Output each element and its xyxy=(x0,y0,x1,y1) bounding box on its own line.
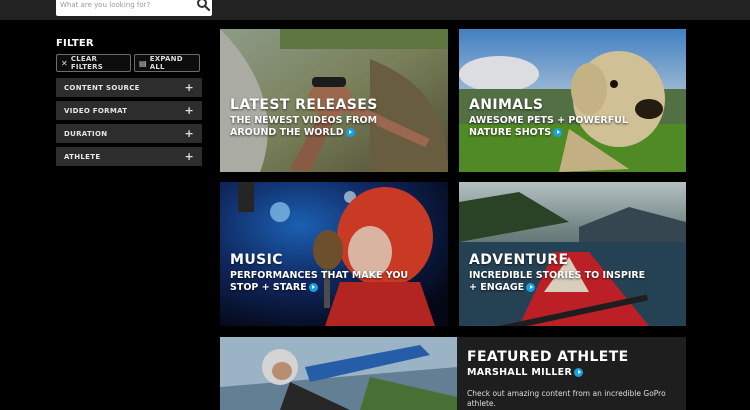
tile-caption: ADVENTURE INCREDIBLE STORIES TO INSPIRE … xyxy=(469,252,645,294)
filter-content-source[interactable]: CONTENT SOURCE + xyxy=(56,78,202,97)
tile-title: ADVENTURE xyxy=(469,252,569,268)
tile-animals[interactable]: ANIMALS AWESOME PETS + POWERFUL NATURE S… xyxy=(459,29,686,172)
search-box[interactable] xyxy=(56,0,212,16)
filter-item-label: ATHLETE xyxy=(64,152,101,161)
expand-all-label: EXPAND ALL xyxy=(149,55,183,71)
filter-item-label: DURATION xyxy=(64,129,108,138)
tile-subtitle: PERFORMANCES THAT MAKE YOU STOP + STARE xyxy=(230,270,408,294)
expand-all-button[interactable]: ▤ EXPAND ALL xyxy=(134,54,200,72)
play-icon xyxy=(526,283,536,292)
filter-athlete[interactable]: ATHLETE + xyxy=(56,147,202,166)
tile-music[interactable]: MUSIC PERFORMANCES THAT MAKE YOU STOP + … xyxy=(220,182,448,326)
featured-athlete-title: FEATURED ATHLETE xyxy=(467,349,629,365)
filter-duration[interactable]: DURATION + xyxy=(56,124,202,143)
tile-adventure[interactable]: ADVENTURE INCREDIBLE STORIES TO INSPIRE … xyxy=(459,182,686,326)
expand-icon: ▤ xyxy=(139,58,147,68)
tile-caption: LATEST RELEASES THE NEWEST VIDEOS FROM A… xyxy=(230,97,378,139)
tile-subtitle-line: NATURE SHOTS xyxy=(469,127,552,138)
filter-heading: FILTER xyxy=(56,38,94,49)
plus-icon: + xyxy=(184,150,194,163)
tile-subtitle-line: THE NEWEST VIDEOS FROM xyxy=(230,115,378,126)
tile-caption: ANIMALS AWESOME PETS + POWERFUL NATURE S… xyxy=(469,97,628,139)
filter-video-format[interactable]: VIDEO FORMAT + xyxy=(56,101,202,120)
search-icon[interactable] xyxy=(196,0,210,11)
tile-subtitle-line: INCREDIBLE STORIES TO INSPIRE xyxy=(469,270,646,281)
plus-icon: + xyxy=(184,104,194,117)
clear-filters-label: CLEAR FILTERS xyxy=(70,55,103,71)
play-icon xyxy=(345,128,355,137)
tile-subtitle: AWESOME PETS + POWERFUL NATURE SHOTS xyxy=(469,115,628,139)
tile-title: MUSIC xyxy=(230,252,283,268)
search-input[interactable] xyxy=(58,0,192,12)
tile-title: LATEST RELEASES xyxy=(230,97,378,113)
tile-caption: MUSIC PERFORMANCES THAT MAKE YOU STOP + … xyxy=(230,252,408,294)
featured-athlete-name[interactable]: MARSHALL MILLER xyxy=(467,367,584,378)
tile-subtitle: INCREDIBLE STORIES TO INSPIRE + ENGAGE xyxy=(469,270,645,294)
filter-item-label: VIDEO FORMAT xyxy=(64,106,128,115)
featured-athlete-panel[interactable]: FEATURED ATHLETE MARSHALL MILLER Check o… xyxy=(457,337,686,410)
tile-subtitle: THE NEWEST VIDEOS FROM AROUND THE WORLD xyxy=(230,115,378,139)
close-icon: ✕ xyxy=(61,58,68,68)
tile-subtitle-line: STOP + STARE xyxy=(230,282,307,293)
tile-latest-releases[interactable]: LATEST RELEASES THE NEWEST VIDEOS FROM A… xyxy=(220,29,448,172)
tile-title: ANIMALS xyxy=(469,97,544,113)
play-icon xyxy=(553,128,563,137)
filter-item-label: CONTENT SOURCE xyxy=(64,83,140,92)
play-icon xyxy=(574,368,584,377)
tile-subtitle-line: AWESOME PETS + POWERFUL xyxy=(469,115,628,126)
tile-subtitle-line: + ENGAGE xyxy=(469,282,525,293)
tile-subtitle-line: PERFORMANCES THAT MAKE YOU xyxy=(230,270,409,281)
tile-subtitle-line: AROUND THE WORLD xyxy=(230,127,344,138)
featured-athlete-description: Check out amazing content from an incred… xyxy=(467,389,666,408)
athlete-name-label: MARSHALL MILLER xyxy=(467,367,573,378)
clear-filters-button[interactable]: ✕ CLEAR FILTERS xyxy=(56,54,131,72)
featured-athlete-image[interactable] xyxy=(220,337,457,410)
play-icon xyxy=(308,283,318,292)
athlete-photo xyxy=(220,337,457,410)
plus-icon: + xyxy=(184,127,194,140)
plus-icon: + xyxy=(184,81,194,94)
